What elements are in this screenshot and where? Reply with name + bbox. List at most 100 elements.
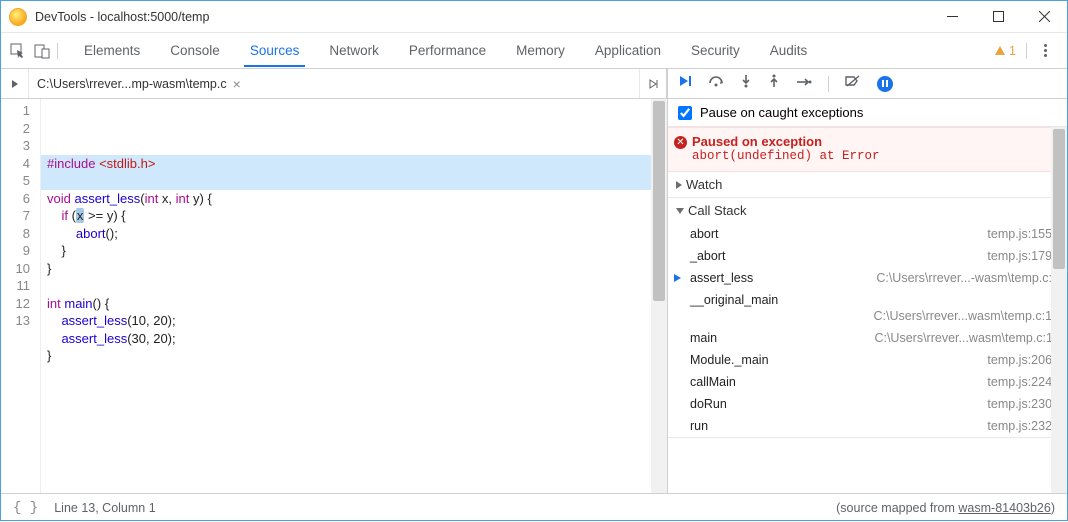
warnings-count: 1: [1009, 44, 1016, 58]
window-titlebar: DevTools - localhost:5000/temp: [1, 1, 1067, 33]
callstack-frame[interactable]: callMain temp.js:2249: [668, 371, 1067, 393]
frame-function: doRun: [690, 397, 727, 411]
code-line[interactable]: [47, 172, 667, 190]
code-line[interactable]: }: [47, 260, 667, 278]
watch-section-header[interactable]: Watch: [668, 172, 1067, 197]
source-map-link[interactable]: wasm-81403b26: [958, 501, 1050, 515]
inspect-element-icon[interactable]: [9, 42, 27, 60]
source-map-info: (source mapped from wasm-81403b26): [836, 501, 1055, 515]
separator: [828, 76, 829, 92]
window-maximize-button[interactable]: [975, 1, 1021, 33]
frame-function: main: [690, 331, 717, 345]
code-line[interactable]: assert_less(10, 20);: [47, 312, 667, 330]
frame-function: assert_less: [690, 271, 753, 285]
frame-function: abort: [690, 227, 719, 241]
tab-application[interactable]: Application: [587, 35, 669, 66]
status-bar: { } Line 13, Column 1 (source mapped fro…: [1, 493, 1067, 522]
separator: [57, 43, 58, 59]
tab-security[interactable]: Security: [683, 35, 748, 66]
tab-network[interactable]: Network: [321, 35, 387, 66]
code-line[interactable]: [47, 277, 667, 295]
code-editor[interactable]: 12345678910111213 #include <stdlib.h> vo…: [1, 99, 667, 493]
resume-script-button[interactable]: [678, 74, 692, 93]
toggle-debugger-sidebar-button[interactable]: [639, 69, 667, 98]
callstack-frame[interactable]: abort temp.js:1558: [668, 223, 1067, 245]
toggle-navigator-button[interactable]: [1, 69, 29, 98]
step-out-button[interactable]: [768, 74, 780, 93]
callstack-frame[interactable]: main C:\Users\rrever...wasm\temp.c:11: [668, 327, 1067, 349]
code-line[interactable]: assert_less(30, 20);: [47, 330, 667, 348]
frame-function: _abort: [690, 249, 725, 263]
callstack-frame[interactable]: _abort temp.js:1795: [668, 245, 1067, 267]
cursor-position: Line 13, Column 1: [54, 501, 155, 515]
code-line[interactable]: }: [47, 242, 667, 260]
callstack-frame[interactable]: doRun temp.js:2308: [668, 393, 1067, 415]
code-line[interactable]: void assert_less(int x, int y) {: [47, 190, 667, 208]
code-line[interactable]: int main() {: [47, 295, 667, 313]
step-into-button[interactable]: [740, 74, 752, 93]
pretty-print-button[interactable]: { }: [13, 500, 38, 516]
chevron-right-icon: [676, 181, 682, 189]
frame-function: __original_main: [690, 293, 1059, 307]
code-line[interactable]: if (x >= y) {: [47, 207, 667, 225]
separator: [1026, 43, 1027, 59]
callstack-section-header[interactable]: Call Stack: [668, 198, 1067, 223]
warnings-badge[interactable]: 1: [994, 44, 1016, 58]
callstack-frame[interactable]: run temp.js:2323: [668, 415, 1067, 437]
exception-title: Paused on exception: [692, 134, 1043, 149]
frame-location: temp.js:2323: [987, 419, 1059, 433]
frame-function: Module._main: [690, 353, 769, 367]
sidebar-scrollbar[interactable]: [1051, 127, 1067, 493]
frame-location: temp.js:2062: [987, 353, 1059, 367]
editor-scrollbar[interactable]: [651, 99, 667, 493]
tab-audits[interactable]: Audits: [762, 35, 816, 66]
paused-exception-panel: ✕ Paused on exception abort(undefined) a…: [668, 127, 1067, 172]
file-tab[interactable]: C:\Users\rrever...mp-wasm\temp.c ×: [29, 69, 249, 98]
device-toolbar-icon[interactable]: [33, 42, 51, 60]
error-icon: ✕: [674, 136, 687, 149]
code-line[interactable]: #include <stdlib.h>: [47, 155, 667, 173]
exception-detail: abort(undefined) at Error: [692, 149, 1043, 163]
callstack-label: Call Stack: [688, 203, 747, 218]
frame-location: temp.js:1558: [987, 227, 1059, 241]
frame-function: run: [690, 419, 708, 433]
line-gutter: 12345678910111213: [1, 99, 41, 493]
devtools-logo-icon: [9, 8, 27, 26]
pause-on-caught-label: Pause on caught exceptions: [700, 105, 863, 120]
frame-function: callMain: [690, 375, 736, 389]
window-minimize-button[interactable]: [929, 1, 975, 33]
tab-console[interactable]: Console: [162, 35, 228, 66]
debugger-toolbar: [667, 69, 1067, 99]
deactivate-breakpoints-button[interactable]: [845, 74, 861, 93]
window-title: DevTools - localhost:5000/temp: [35, 10, 929, 24]
frame-location: C:\Users\rrever...wasm\temp.c:11: [874, 331, 1059, 345]
frame-location: temp.js:2249: [987, 375, 1059, 389]
tab-memory[interactable]: Memory: [508, 35, 573, 66]
callstack-frame[interactable]: assert_less C:\Users\rrever...-wasm\temp.…: [668, 267, 1067, 289]
tab-elements[interactable]: Elements: [76, 35, 148, 66]
more-menu-button[interactable]: [1037, 44, 1053, 57]
code-area[interactable]: #include <stdlib.h> void assert_less(int…: [41, 99, 667, 493]
debugger-sidebar: Pause on caught exceptions ✕ Paused on e…: [667, 99, 1067, 493]
frame-location: C:\Users\rrever...-wasm\temp.c:4: [876, 271, 1059, 285]
tab-performance[interactable]: Performance: [401, 35, 494, 66]
step-button[interactable]: [796, 75, 812, 93]
pause-on-caught-checkbox[interactable]: [678, 106, 692, 120]
close-file-tab-button[interactable]: ×: [233, 76, 241, 92]
frame-location: temp.js:2308: [987, 397, 1059, 411]
chevron-down-icon: [676, 208, 684, 214]
code-line[interactable]: }: [47, 347, 667, 365]
callstack-frame[interactable]: __original_main C:\Users\rrever...wasm\te…: [668, 289, 1067, 327]
tab-sources[interactable]: Sources: [242, 35, 308, 66]
file-tab-path: C:\Users\rrever...mp-wasm\temp.c: [37, 77, 227, 91]
frame-location: temp.js:1795: [987, 249, 1059, 263]
warning-icon: [994, 45, 1006, 57]
code-line[interactable]: [47, 365, 667, 383]
callstack-frame[interactable]: Module._main temp.js:2062: [668, 349, 1067, 371]
frame-location: C:\Users\rrever...wasm\temp.c:10: [690, 309, 1059, 323]
code-line[interactable]: abort();: [47, 225, 667, 243]
window-close-button[interactable]: [1021, 1, 1067, 33]
devtools-tabbar: Elements Console Sources Network Performance…: [1, 33, 1067, 69]
step-over-button[interactable]: [708, 74, 724, 93]
pause-on-exceptions-button[interactable]: [877, 76, 893, 92]
